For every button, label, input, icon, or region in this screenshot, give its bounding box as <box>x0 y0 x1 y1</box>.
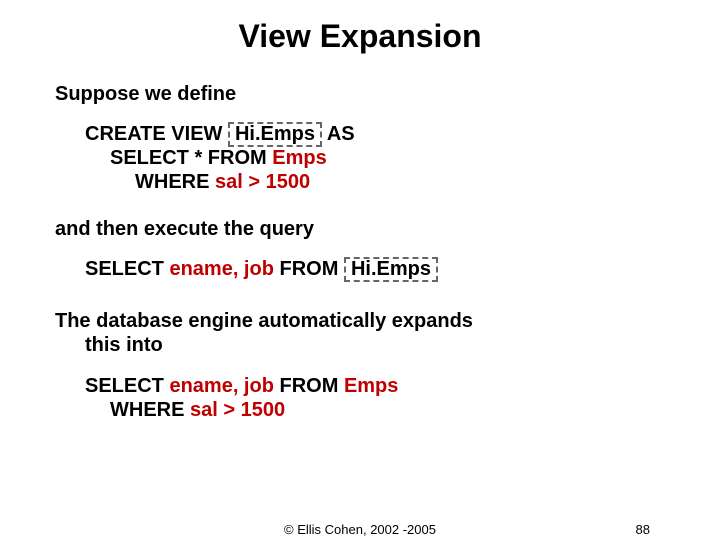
kw-create-view: CREATE VIEW <box>85 123 228 145</box>
create-view-block: CREATE VIEW Hi.Emps AS SELECT * FROM Emp… <box>85 122 665 194</box>
kw-where: WHERE <box>135 171 215 193</box>
predicate-sal: sal > 1500 <box>215 171 310 193</box>
expanded-query-block: SELECT ename, job FROM Emps WHERE sal > … <box>85 375 665 422</box>
table-emps: Emps <box>272 147 326 169</box>
expands-text: The database engine automatically expand… <box>55 310 665 357</box>
intro-suppose: Suppose we define <box>55 83 665 106</box>
kw-as: AS <box>322 123 355 145</box>
expands-line1: The database engine automatically expand… <box>55 310 473 332</box>
copyright-text: © Ellis Cohen, 2002 -2005 <box>284 522 436 537</box>
view-name-box: Hi.Emps <box>228 122 322 147</box>
table-emps2: Emps <box>344 375 398 397</box>
kw-from3: FROM <box>274 375 344 397</box>
expands-line2: this into <box>55 334 163 356</box>
kw-where2: WHERE <box>110 399 190 421</box>
slide-title: View Expansion <box>55 18 665 55</box>
intro-execute: and then execute the query <box>55 218 665 241</box>
predicate-sal2: sal > 1500 <box>190 399 285 421</box>
kw-from2: FROM <box>274 258 344 280</box>
view-ref-box: Hi.Emps <box>344 257 438 282</box>
cols-ename-job: ename, job <box>169 258 273 280</box>
cols-ename-job2: ename, job <box>169 375 273 397</box>
kw-select3: SELECT <box>85 375 169 397</box>
kw-select2: SELECT <box>85 258 169 280</box>
page-number: 88 <box>636 522 650 537</box>
kw-select-from: SELECT * FROM <box>110 147 272 169</box>
slide: View Expansion Suppose we define CREATE … <box>0 0 720 540</box>
query-block: SELECT ename, job FROM Hi.Emps <box>85 257 665 282</box>
